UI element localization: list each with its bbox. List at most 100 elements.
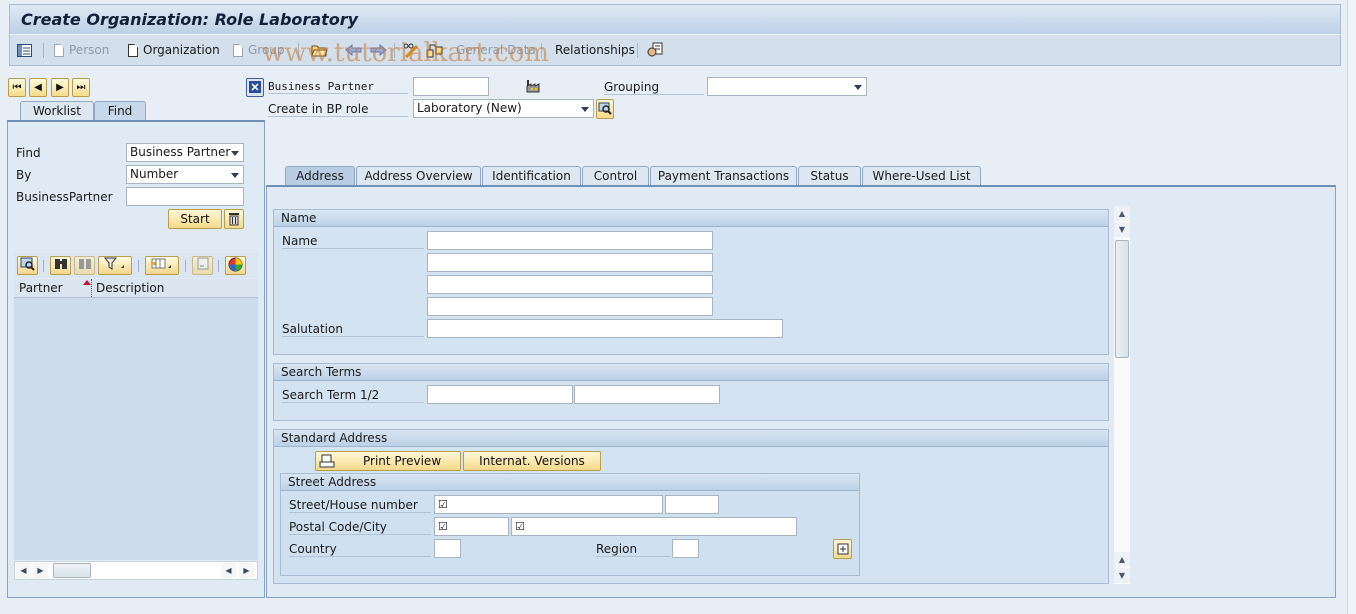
search-term-2-input[interactable] [574, 385, 720, 404]
scroll-right-icon[interactable]: ▶ [239, 563, 254, 578]
arrow-left-icon [345, 44, 362, 56]
organization-type-icon [526, 79, 542, 96]
tab-status[interactable]: Status [798, 166, 861, 186]
back-button[interactable] [345, 41, 362, 59]
name-line-1-input[interactable] [427, 231, 713, 250]
street-input[interactable]: ☑ [434, 495, 663, 514]
title-bar: Create Organization: Role Laboratory [9, 4, 1341, 35]
scroll-thumb[interactable] [1115, 240, 1129, 358]
document-icon [54, 43, 64, 57]
sort-ascending-icon [83, 280, 91, 285]
tab-address-overview[interactable]: Address Overview [356, 166, 481, 186]
region-label: Region [596, 542, 670, 557]
postal-city-label: Postal Code/City [289, 520, 431, 535]
last-record-button[interactable]: ⏭ [72, 78, 90, 97]
name-group-title: Name [274, 210, 1108, 227]
clear-button[interactable] [224, 209, 244, 229]
salutation-input[interactable] [427, 319, 783, 338]
relationships-button[interactable]: Relationships [555, 41, 635, 59]
pencil-glasses-icon [403, 43, 419, 58]
details-button[interactable] [17, 256, 38, 275]
change-display-button[interactable] [403, 41, 420, 59]
tab-payment-transactions[interactable]: Payment Transactions [650, 166, 797, 186]
scroll-up-icon[interactable]: ▲ [1114, 206, 1130, 221]
chevron-down-icon [581, 107, 589, 112]
binoculars-plus-icon [78, 259, 91, 269]
house-number-input[interactable] [665, 495, 719, 514]
insert-button[interactable] [192, 256, 213, 275]
search-term-1-input[interactable] [427, 385, 573, 404]
role-details-button[interactable] [596, 99, 614, 119]
address-vertical-scrollbar[interactable]: ▲ ▼ ▲ ▼ [1114, 206, 1130, 584]
tab-address[interactable]: Address [285, 166, 355, 186]
forward-button[interactable] [370, 41, 387, 59]
internat-versions-button[interactable]: Internat. Versions [463, 451, 601, 471]
postal-code-input[interactable]: ☑ [434, 517, 509, 536]
name-line-2-input[interactable] [427, 253, 713, 272]
close-locator-button[interactable] [246, 78, 264, 97]
column-header-description[interactable]: Description [96, 281, 164, 295]
print-preview-button[interactable]: Print Preview [315, 451, 461, 471]
required-field-icon: ☑ [515, 520, 525, 533]
previous-record-button[interactable]: ◀ [29, 78, 47, 97]
business-partner-search-input[interactable] [126, 187, 244, 206]
filter-button[interactable] [98, 256, 132, 275]
tab-control[interactable]: Control [582, 166, 649, 186]
scroll-down-icon[interactable]: ▼ [1114, 222, 1130, 237]
by-select[interactable]: Number [126, 165, 244, 184]
tab-worklist[interactable]: Worklist [20, 101, 94, 121]
city-input[interactable]: ☑ [511, 517, 797, 536]
street-address-title: Street Address [281, 474, 859, 491]
previous-icon: ◀ [34, 82, 42, 93]
close-icon [249, 81, 261, 93]
person-button[interactable]: Person [54, 41, 109, 59]
find-label: Find [16, 146, 41, 160]
find-in-list-button[interactable] [50, 256, 71, 275]
group-button[interactable]: Group [233, 41, 285, 59]
scroll-left-icon[interactable]: ◀ [16, 563, 31, 578]
general-data-button[interactable]: General Data [456, 41, 536, 59]
country-input[interactable] [434, 539, 461, 558]
bp-role-select[interactable]: Laboratory (New) [413, 99, 594, 118]
trash-icon [229, 213, 239, 226]
tab-where-used-list[interactable]: Where-Used List [862, 166, 981, 186]
switch-button[interactable] [426, 41, 443, 59]
region-input[interactable] [672, 539, 699, 558]
scroll-thumb[interactable] [53, 563, 91, 578]
binoculars-icon [54, 259, 67, 269]
color-legend-button[interactable] [225, 256, 246, 275]
tab-identification[interactable]: Identification [482, 166, 581, 186]
scroll-right-icon[interactable]: ▶ [33, 563, 48, 578]
grouping-select[interactable] [707, 77, 867, 96]
find-next-button[interactable] [74, 256, 95, 275]
next-icon: ▶ [56, 82, 64, 93]
printer-icon [319, 454, 335, 468]
result-list-horizontal-scrollbar[interactable]: ◀ ▶ ◀ ▶ [14, 561, 258, 580]
start-button[interactable]: Start [168, 209, 222, 229]
filter-icon [103, 257, 124, 270]
business-partner-number-input[interactable] [413, 77, 489, 96]
grid-layout-icon [151, 258, 171, 269]
name-line-3-input[interactable] [427, 275, 713, 294]
tab-find[interactable]: Find [94, 101, 146, 121]
chevron-down-icon [231, 151, 239, 156]
more-fields-button[interactable] [833, 539, 852, 559]
partner-overview-button[interactable] [647, 41, 663, 59]
organization-button[interactable]: Organization [128, 41, 220, 59]
result-list-body [14, 298, 258, 560]
name-label: Name [282, 234, 424, 249]
open-button[interactable] [311, 41, 328, 59]
scroll-left-icon[interactable]: ◀ [221, 563, 236, 578]
name-line-4-input[interactable] [427, 297, 713, 316]
first-record-button[interactable]: ⏮ [8, 78, 26, 97]
business-partner-label: Business Partner [268, 80, 408, 94]
worklist-toggle-button[interactable] [17, 41, 32, 59]
column-header-partner[interactable]: Partner [19, 281, 63, 295]
scroll-up-icon[interactable]: ▲ [1114, 552, 1130, 567]
open-folder-icon [311, 45, 328, 57]
scroll-down-icon[interactable]: ▼ [1114, 568, 1130, 583]
layout-button[interactable] [145, 256, 179, 275]
find-select[interactable]: Business Partner [126, 143, 244, 162]
application-toolbar: Person Organization Group General Data R… [9, 35, 1341, 66]
next-record-button[interactable]: ▶ [51, 78, 69, 97]
